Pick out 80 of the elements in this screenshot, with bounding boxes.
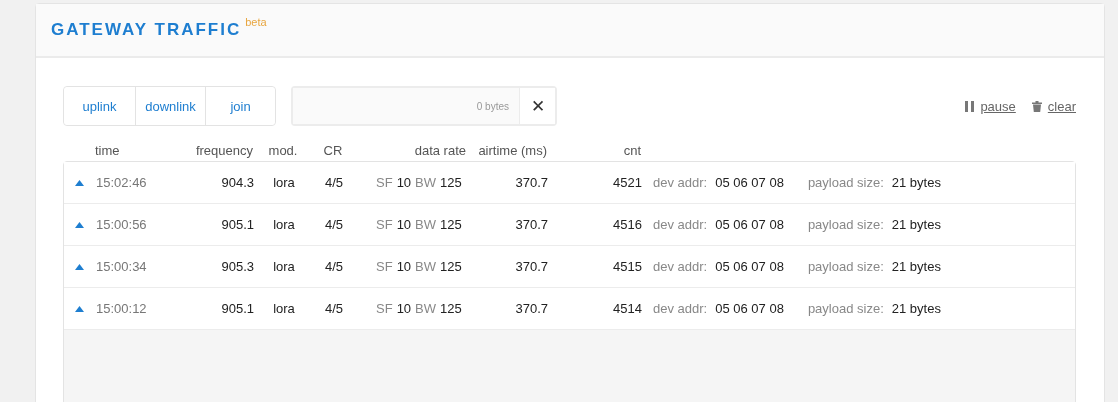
bw-label: BW <box>415 259 437 274</box>
sf-label: SF <box>376 217 393 232</box>
bw-label: BW <box>415 175 437 190</box>
modulation-cell-text: lora <box>272 175 296 190</box>
coding-rate-cell-text: 4/5 <box>323 301 345 316</box>
sf-value: 10 <box>396 259 412 274</box>
column-header: mod. <box>267 143 299 160</box>
frequency-cell-text: 904.3 <box>220 175 254 190</box>
up-triangle-icon <box>75 263 84 270</box>
traffic-row[interactable]: 15:00:56 905.1 lora 4/5 SF 10 BW 125 370.7 4516 dev addr: 05 06 07 08 payload size: 21 bytes <box>64 204 1075 246</box>
sf-label: SF <box>376 259 393 274</box>
column-header: time <box>95 143 121 160</box>
sf-label: SF <box>376 301 393 316</box>
sf-value: 10 <box>396 301 412 316</box>
payload-size-label: payload size: <box>807 175 884 190</box>
dev-addr-label: dev addr: <box>653 301 708 316</box>
up-triangle-icon <box>75 305 84 312</box>
up-triangle-icon <box>75 221 84 228</box>
bw-value: 125 <box>440 217 462 232</box>
search-field[interactable]: 0 bytes <box>293 88 519 124</box>
time-cell-text: 15:00:56 <box>96 217 148 232</box>
payload-size-value: 21 bytes <box>891 175 941 190</box>
payload-size-value: 21 bytes <box>891 217 941 232</box>
filter-button[interactable]: join <box>205 87 275 125</box>
time-cell-text: 15:00:34 <box>96 259 148 274</box>
bw-label: BW <box>415 217 437 232</box>
modulation-cell-text: lora <box>272 301 296 316</box>
column-header: frequency <box>194 143 253 160</box>
dev-addr-value: 05 06 07 08 <box>715 217 784 232</box>
payload-size-value: 21 bytes <box>891 259 941 274</box>
column-header: airtime (ms) <box>477 143 547 160</box>
count-cell-text: 4515 <box>612 259 642 274</box>
airtime-cell-text: 370.7 <box>514 301 548 316</box>
dev-addr-value: 05 06 07 08 <box>715 175 784 190</box>
up-triangle-icon <box>75 179 84 186</box>
coding-rate-cell-text: 4/5 <box>323 175 345 190</box>
traffic-row[interactable]: 15:02:46 904.3 lora 4/5 SF 10 BW 125 370.7 4521 dev addr: 05 06 07 08 payload size: 21 bytes <box>64 162 1075 204</box>
airtime-cell-text: 370.7 <box>514 259 548 274</box>
airtime-cell-text: 370.7 <box>514 217 548 232</box>
traffic-row[interactable]: 15:00:34 905.3 lora 4/5 SF 10 BW 125 370.7 4515 dev addr: 05 06 07 08 payload size: 21 bytes <box>64 246 1075 288</box>
bw-value: 125 <box>440 301 462 316</box>
modulation-cell-text: lora <box>272 217 296 232</box>
clear-link[interactable]: clear <box>1031 98 1076 114</box>
frequency-cell-text: 905.3 <box>220 259 254 274</box>
pause-link[interactable]: pause <box>965 98 1016 114</box>
payload-size-label: payload size: <box>807 217 884 232</box>
column-header: cnt <box>622 143 641 160</box>
beta-label: beta <box>245 16 267 28</box>
count-cell-text: 4514 <box>612 301 642 316</box>
bw-value: 125 <box>440 175 462 190</box>
frequency-cell-text: 905.1 <box>220 301 254 316</box>
coding-rate-cell-text: 4/5 <box>323 259 345 274</box>
sf-value: 10 <box>396 217 412 232</box>
panel-title: GATEWAY TRAFFIC <box>51 20 242 40</box>
count-cell-text: 4521 <box>612 175 642 190</box>
trash-icon <box>1031 100 1042 112</box>
airtime-cell-text: 370.7 <box>514 175 548 190</box>
dev-addr-value: 05 06 07 08 <box>715 259 784 274</box>
time-cell-text: 15:00:12 <box>96 301 148 316</box>
coding-rate-cell-text: 4/5 <box>323 217 345 232</box>
pause-icon <box>965 100 975 112</box>
sf-value: 10 <box>396 175 412 190</box>
sf-label: SF <box>376 175 393 190</box>
dev-addr-label: dev addr: <box>653 175 708 190</box>
bw-value: 125 <box>440 259 462 274</box>
traffic-row[interactable]: 15:00:12 905.1 lora 4/5 SF 10 BW 125 370.7 4514 dev addr: 05 06 07 08 payload size: 21 bytes <box>64 288 1075 330</box>
time-cell-text: 15:02:46 <box>96 175 148 190</box>
dev-addr-label: dev addr: <box>653 259 708 274</box>
count-cell-text: 4516 <box>612 217 642 232</box>
dev-addr-label: dev addr: <box>653 217 708 232</box>
column-header: CR <box>322 143 344 160</box>
frequency-cell-text: 905.1 <box>220 217 254 232</box>
column-header: data rate <box>413 143 466 160</box>
bw-label: BW <box>415 301 437 316</box>
payload-size-label: payload size: <box>807 259 884 274</box>
modulation-cell-text: lora <box>272 259 296 274</box>
clear-button[interactable]: ✕ <box>519 88 555 124</box>
payload-size-value: 21 bytes <box>891 301 941 316</box>
payload-size-label: payload size: <box>807 301 884 316</box>
dev-addr-value: 05 06 07 08 <box>715 301 784 316</box>
